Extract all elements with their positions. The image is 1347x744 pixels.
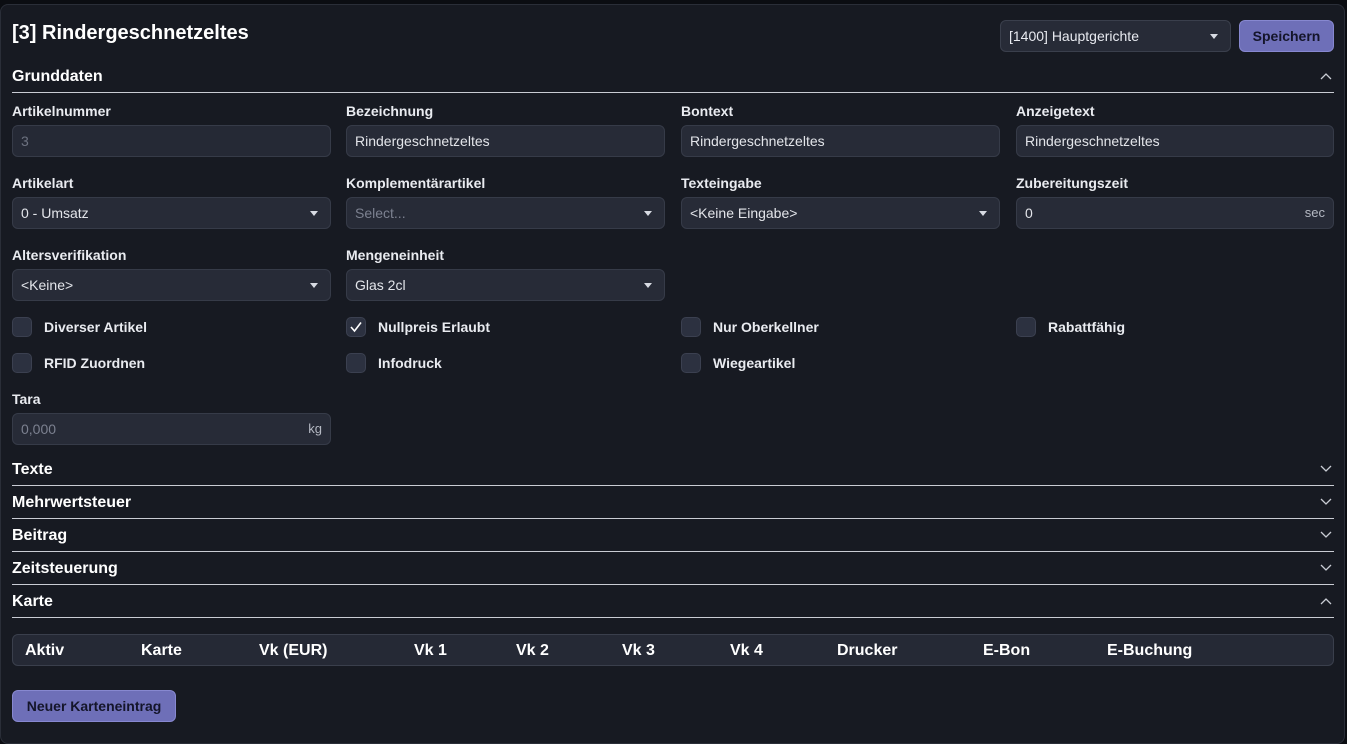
zubereitungszeit-unit: sec (1304, 205, 1325, 220)
group-select-value: [1400] Hauptgerichte (1009, 28, 1139, 44)
checkbox-box[interactable] (12, 317, 32, 337)
checkbox-box[interactable] (12, 353, 32, 373)
caret-down-icon (310, 283, 318, 288)
chevron-up-icon (1320, 73, 1332, 80)
column-header: Karte (141, 642, 182, 659)
bezeichnung-label: Bezeichnung (346, 103, 434, 119)
caret-down-icon (644, 283, 652, 288)
altersverifikation-label: Altersverifikation (12, 247, 127, 263)
section-karte[interactable]: Karte (12, 585, 1334, 618)
column-header: Drucker (837, 642, 898, 659)
section-grunddaten[interactable]: Grunddaten (12, 60, 1334, 93)
column-header: Vk 1 (414, 642, 447, 659)
section-title: Mehrwertsteuer (12, 494, 132, 511)
section-title: Zeitsteuerung (12, 560, 118, 577)
checkbox-label: Nullpreis Erlaubt (378, 319, 491, 335)
section-texte[interactable]: Texte (12, 453, 1334, 486)
altersverifikation-value: <Keine> (21, 277, 74, 293)
caret-down-icon (310, 211, 318, 216)
checkbox-label: Wiegeartikel (713, 355, 796, 371)
altersverifikation-select[interactable]: <Keine> (12, 269, 331, 301)
artikelart-value: 0 - Umsatz (21, 205, 89, 221)
texteingabe-select[interactable]: <Keine Eingabe> (681, 197, 1000, 229)
column-header: Vk 3 (622, 642, 655, 659)
mengeneinheit-label: Mengeneinheit (346, 247, 445, 263)
anzeigetext-label: Anzeigetext (1016, 103, 1095, 119)
column-header: Aktiv (25, 642, 65, 659)
chevron-down-icon (1320, 465, 1332, 472)
column-header: Vk 2 (516, 642, 549, 659)
checkbox-label: Diverser Artikel (44, 319, 147, 335)
zubereitungszeit-value: 0 (1025, 205, 1033, 221)
group-select[interactable]: [1400] Hauptgerichte (1000, 20, 1231, 52)
page-title: [3] Rindergeschnetzeltes (12, 22, 249, 44)
mengeneinheit-select[interactable]: Glas 2cl (346, 269, 665, 301)
article-editor-panel (0, 4, 1345, 744)
komplementaer-placeholder: Select... (355, 205, 406, 221)
artikelnummer-field: 3 (12, 125, 331, 157)
bontext-field[interactable]: Rindergeschnetzeltes (681, 125, 1000, 157)
section-beitrag[interactable]: Beitrag (12, 519, 1334, 552)
artikelnummer-label: Artikelnummer (12, 103, 111, 119)
texteingabe-value: <Keine Eingabe> (690, 205, 798, 221)
texteingabe-label: Texteingabe (681, 175, 762, 191)
caret-down-icon (979, 211, 987, 216)
checkbox-label: RFID Zuordnen (44, 355, 146, 371)
section-title: Grunddaten (12, 68, 103, 85)
checkbox-label: Rabattfähig (1048, 319, 1125, 335)
komplementaer-select[interactable]: Select... (346, 197, 665, 229)
section-mehrwertsteuer[interactable]: Mehrwertsteuer (12, 486, 1334, 519)
column-header: Vk 4 (730, 642, 763, 659)
mengeneinheit-value: Glas 2cl (355, 277, 406, 293)
caret-down-icon (1210, 34, 1218, 39)
tara-label: Tara (12, 391, 41, 407)
new-card-entry-button[interactable]: Neuer Karteneintrag (12, 690, 176, 722)
tara-field[interactable]: 0,000 kg (12, 413, 331, 445)
checkbox-box[interactable] (681, 317, 701, 337)
column-header: E-Bon (983, 642, 1031, 659)
zubereitungszeit-label: Zubereitungszeit (1016, 175, 1129, 191)
section-title: Karte (12, 593, 53, 610)
checkbox-box[interactable] (681, 353, 701, 373)
checkmark-icon (350, 322, 362, 333)
checkbox-label: Infodruck (378, 355, 442, 371)
caret-down-icon (644, 211, 652, 216)
artikelart-select[interactable]: 0 - Umsatz (12, 197, 331, 229)
section-title: Texte (12, 461, 53, 478)
save-button[interactable]: Speichern (1239, 20, 1334, 52)
tara-placeholder: 0,000 (21, 421, 57, 437)
artikelart-label: Artikelart (12, 175, 74, 191)
bezeichnung-field[interactable]: Rindergeschnetzeltes (346, 125, 665, 157)
anzeigetext-field[interactable]: Rindergeschnetzeltes (1016, 125, 1334, 157)
section-zeitsteuerung[interactable]: Zeitsteuerung (12, 552, 1334, 585)
zubereitungszeit-field[interactable]: 0 sec (1016, 197, 1334, 229)
column-header: Vk (EUR) (259, 642, 328, 659)
bontext-label: Bontext (681, 103, 734, 119)
chevron-down-icon (1320, 498, 1332, 505)
section-title: Beitrag (12, 527, 68, 544)
chevron-up-icon (1320, 598, 1332, 605)
komplementaer-label: Komplementärartikel (346, 175, 486, 191)
tara-unit: kg (308, 421, 322, 436)
checkbox-label: Nur Oberkellner (713, 319, 819, 335)
chevron-down-icon (1320, 564, 1332, 571)
checkbox-box[interactable] (1016, 317, 1036, 337)
column-header: E-Buchung (1107, 642, 1193, 659)
checkbox-box[interactable] (346, 317, 366, 337)
karte-table-header: Aktiv Karte Vk (EUR) Vk 1 Vk 2 Vk 3 Vk 4… (12, 634, 1334, 666)
chevron-down-icon (1320, 531, 1332, 538)
checkbox-box[interactable] (346, 353, 366, 373)
